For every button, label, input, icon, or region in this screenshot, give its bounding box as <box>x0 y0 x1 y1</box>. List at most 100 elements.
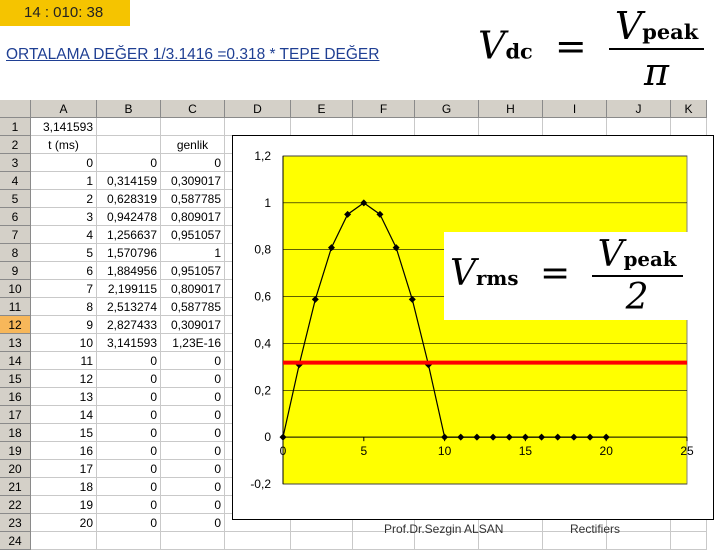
row-header[interactable]: 2 <box>0 135 31 154</box>
row-header[interactable]: 24 <box>0 531 31 550</box>
row-header[interactable]: 14 <box>0 351 31 370</box>
cell-b[interactable]: 0 <box>96 495 161 514</box>
cell-b[interactable]: 1,570796 <box>96 243 161 262</box>
row-header[interactable]: 9 <box>0 261 31 280</box>
empty-cell[interactable] <box>224 117 291 136</box>
cell-a[interactable]: 0 <box>30 153 97 172</box>
cell-a[interactable]: 13 <box>30 387 97 406</box>
column-header[interactable]: G <box>414 100 479 118</box>
column-header[interactable]: C <box>160 100 225 118</box>
cell-c[interactable] <box>160 531 225 550</box>
cell-c[interactable]: 0 <box>160 387 225 406</box>
cell-c[interactable]: 0 <box>160 441 225 460</box>
row-header[interactable]: 6 <box>0 207 31 226</box>
empty-cell[interactable] <box>670 117 707 136</box>
cell-a[interactable]: 2 <box>30 189 97 208</box>
row-header[interactable]: 23 <box>0 513 31 532</box>
row-header[interactable]: 15 <box>0 369 31 388</box>
cell-a[interactable]: 16 <box>30 441 97 460</box>
cell-b[interactable]: 0 <box>96 153 161 172</box>
cell-c[interactable]: 0,951057 <box>160 225 225 244</box>
cell-c[interactable]: 1 <box>160 243 225 262</box>
cell-b[interactable]: 0 <box>96 477 161 496</box>
cell-b[interactable]: 0,628319 <box>96 189 161 208</box>
cell-c[interactable]: 0 <box>160 495 225 514</box>
cell-c[interactable]: 0 <box>160 477 225 496</box>
row-header[interactable]: 11 <box>0 297 31 316</box>
column-header[interactable]: E <box>290 100 353 118</box>
column-header[interactable]: J <box>606 100 671 118</box>
cell-b[interactable]: 3,141593 <box>96 333 161 352</box>
row-header[interactable]: 12 <box>0 315 31 334</box>
row-header[interactable]: 8 <box>0 243 31 262</box>
row-header[interactable]: 5 <box>0 189 31 208</box>
cell-b[interactable]: 0 <box>96 369 161 388</box>
cell-b[interactable] <box>96 531 161 550</box>
row-header[interactable]: 1 <box>0 117 31 136</box>
cell-a[interactable]: 5 <box>30 243 97 262</box>
cell-b[interactable]: 0 <box>96 351 161 370</box>
empty-cell[interactable] <box>224 531 291 550</box>
cell-a[interactable]: 3,141593 <box>30 117 97 136</box>
cell-b[interactable]: 1,884956 <box>96 261 161 280</box>
column-header[interactable]: A <box>30 100 97 118</box>
chart-area[interactable]: -0,200,20,40,60,811,20510152025 <box>232 135 714 520</box>
cell-a[interactable]: 20 <box>30 513 97 532</box>
cell-b[interactable] <box>96 117 161 136</box>
row-header[interactable]: 22 <box>0 495 31 514</box>
cell-b[interactable]: 0 <box>96 387 161 406</box>
cell-c[interactable]: 0,809017 <box>160 207 225 226</box>
cell-a[interactable]: 9 <box>30 315 97 334</box>
cell-b[interactable]: 0 <box>96 513 161 532</box>
cell-a[interactable]: 6 <box>30 261 97 280</box>
cell-b[interactable]: 0,942478 <box>96 207 161 226</box>
empty-cell[interactable] <box>414 117 479 136</box>
column-header[interactable]: F <box>352 100 415 118</box>
cell-b[interactable]: 2,199115 <box>96 279 161 298</box>
empty-cell[interactable] <box>478 117 543 136</box>
row-header[interactable]: 7 <box>0 225 31 244</box>
cell-a[interactable]: 19 <box>30 495 97 514</box>
cell-c[interactable]: 0 <box>160 153 225 172</box>
cell-c[interactable]: 0,809017 <box>160 279 225 298</box>
row-header[interactable]: 3 <box>0 153 31 172</box>
empty-cell[interactable] <box>670 531 707 550</box>
empty-cell[interactable] <box>542 117 607 136</box>
cell-c[interactable]: 0,587785 <box>160 189 225 208</box>
cell-a[interactable]: 11 <box>30 351 97 370</box>
row-header[interactable]: 16 <box>0 387 31 406</box>
cell-b[interactable]: 0 <box>96 441 161 460</box>
row-header[interactable]: 20 <box>0 459 31 478</box>
cell-a[interactable]: 18 <box>30 477 97 496</box>
empty-cell[interactable] <box>290 531 353 550</box>
cell-a[interactable] <box>30 531 97 550</box>
cell-b[interactable]: 0 <box>96 405 161 424</box>
cell-c[interactable] <box>160 117 225 136</box>
cell-c[interactable]: 0 <box>160 405 225 424</box>
corner-cell[interactable] <box>0 100 31 118</box>
row-header[interactable]: 10 <box>0 279 31 298</box>
cell-b[interactable]: 2,827433 <box>96 315 161 334</box>
row-header[interactable]: 13 <box>0 333 31 352</box>
cell-c[interactable]: 0,587785 <box>160 297 225 316</box>
cell-b[interactable]: 0 <box>96 423 161 442</box>
empty-cell[interactable] <box>606 117 671 136</box>
row-header[interactable]: 21 <box>0 477 31 496</box>
cell-c[interactable]: 0,309017 <box>160 171 225 190</box>
cell-a[interactable]: 10 <box>30 333 97 352</box>
cell-a[interactable]: 8 <box>30 297 97 316</box>
cell-a[interactable]: 7 <box>30 279 97 298</box>
cell-a[interactable]: 3 <box>30 207 97 226</box>
cell-a[interactable]: 15 <box>30 423 97 442</box>
empty-cell[interactable] <box>352 117 415 136</box>
cell-c[interactable]: 1,23E-16 <box>160 333 225 352</box>
column-header[interactable]: D <box>224 100 291 118</box>
row-header[interactable]: 19 <box>0 441 31 460</box>
cell-c[interactable]: 0,951057 <box>160 261 225 280</box>
row-header[interactable]: 4 <box>0 171 31 190</box>
cell-a[interactable]: t (ms) <box>30 135 97 154</box>
row-header[interactable]: 17 <box>0 405 31 424</box>
cell-b[interactable] <box>96 135 161 154</box>
title-link[interactable]: ORTALAMA DEĞER 1/3.1416 =0.318 * TEPE DE… <box>6 46 396 64</box>
cell-a[interactable]: 12 <box>30 369 97 388</box>
